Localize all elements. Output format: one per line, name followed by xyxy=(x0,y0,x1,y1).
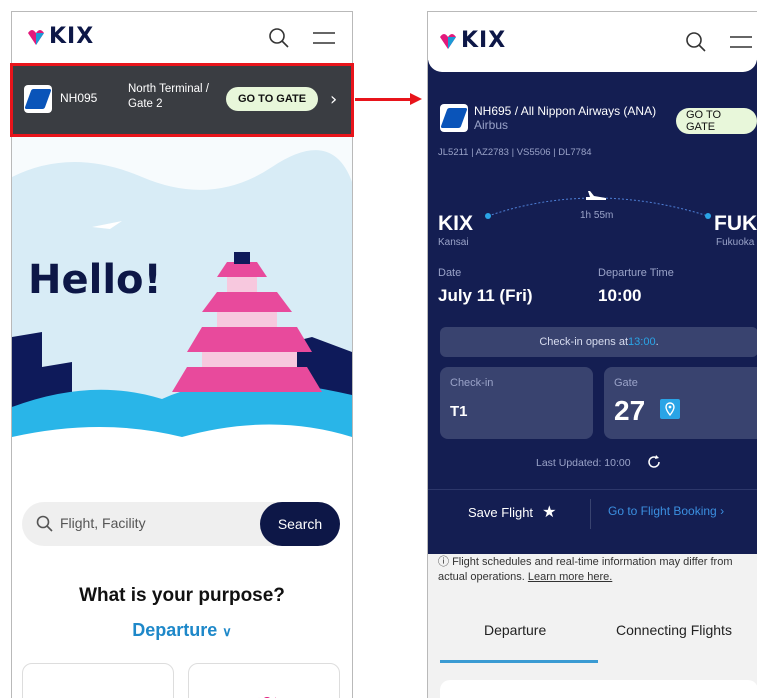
last-updated: Last Updated: 10:00 xyxy=(536,457,631,469)
departure-time-label: Departure Time xyxy=(598,267,674,279)
left-phone-screen: KIX NH095 North Terminal / Gate 2 GO TO … xyxy=(11,11,353,698)
chevron-right-icon[interactable]: › xyxy=(330,89,337,110)
menu-icon[interactable] xyxy=(730,35,752,51)
banner-gate: Gate 2 xyxy=(128,98,163,110)
date-label: Date xyxy=(438,267,462,279)
checkin-opens-time: 13:00 xyxy=(628,336,656,348)
hero-illustration: Hello! xyxy=(12,137,352,497)
chevron-right-icon: › xyxy=(720,504,725,518)
destination-code: FUK xyxy=(714,212,757,235)
star-icon: ★ xyxy=(542,504,557,521)
date-value: July 11 (Fri) xyxy=(438,286,533,305)
tab-departure[interactable]: Departure xyxy=(484,622,546,638)
map-card[interactable] xyxy=(188,663,340,698)
logo-text: KIX xyxy=(49,24,95,49)
divider xyxy=(590,499,591,529)
checkin-box: Check-in T1 xyxy=(440,367,593,439)
search-icon[interactable] xyxy=(685,31,707,53)
kix-logo[interactable]: KIX xyxy=(438,28,506,53)
learn-more-link[interactable]: Learn more here. xyxy=(528,571,612,583)
flight-booking-link[interactable]: Go to Flight Booking › xyxy=(608,504,724,518)
search-button[interactable]: Search xyxy=(260,502,340,546)
ana-logo-icon xyxy=(440,104,468,132)
departure-card[interactable] xyxy=(22,663,174,698)
flight-booking-label: Go to Flight Booking xyxy=(608,504,717,518)
hero-greeting: Hello! xyxy=(28,257,162,303)
flight-duration: 1h 55m xyxy=(580,210,614,221)
purpose-dropdown[interactable]: Departure ∨ xyxy=(12,620,352,641)
menu-icon[interactable] xyxy=(313,31,335,47)
divider xyxy=(428,489,757,490)
banner-terminal-gate: North Terminal / Gate 2 xyxy=(128,82,222,112)
flight-route-arc xyxy=(485,197,711,219)
right-phone-screen: KIX NH695 / All Nippon Airways (ANA) Air… xyxy=(427,11,757,698)
banner-flight-number: NH095 xyxy=(60,91,98,105)
refresh-icon[interactable] xyxy=(646,454,662,470)
search-icon xyxy=(36,515,53,532)
flight-detail-panel xyxy=(428,60,757,554)
castle-illustration xyxy=(12,137,352,497)
checkin-label: Check-in xyxy=(450,377,494,389)
destination-name: Fukuoka xyxy=(716,237,755,248)
purpose-selected: Departure xyxy=(132,620,218,640)
gate-label: Gate xyxy=(614,377,638,389)
gate-banner[interactable]: NH095 North Terminal / Gate 2 GO TO GATE… xyxy=(12,64,352,137)
pointer-arrow-line xyxy=(355,98,411,101)
tab-connecting-flights[interactable]: Connecting Flights xyxy=(616,622,732,638)
aircraft-type: Airbus xyxy=(474,118,509,132)
search-placeholder: Flight, Facility xyxy=(60,515,146,531)
content-card xyxy=(440,680,757,698)
map-pin-icon[interactable] xyxy=(660,399,680,419)
kix-logo-icon xyxy=(440,33,456,49)
info-notice: ⓘ Flight schedules and real-time informa… xyxy=(438,555,757,585)
chevron-down-icon: ∨ xyxy=(222,624,232,639)
gate-value: 27 xyxy=(614,395,646,426)
checkin-opens-notice: Check-in opens at 13:00 . xyxy=(440,327,757,357)
checkin-value: T1 xyxy=(450,403,468,420)
info-icon: ⓘ xyxy=(438,556,453,568)
origin-name: Kansai xyxy=(438,237,469,248)
checkin-opens-suffix: . xyxy=(655,336,659,348)
gate-box: Gate 27 xyxy=(604,367,757,439)
go-to-gate-button[interactable]: GO TO GATE xyxy=(226,87,319,111)
go-to-gate-button[interactable]: GO TO GATE xyxy=(676,108,757,134)
kix-logo-icon xyxy=(28,29,44,45)
save-flight-label: Save Flight xyxy=(468,505,534,520)
airplane-icon xyxy=(586,191,606,200)
header-bar: KIX xyxy=(428,12,757,72)
header-bar: KIX xyxy=(12,12,352,64)
purpose-title: What is your purpose? xyxy=(79,585,285,606)
codeshare-flights: JL5211 | AZ2783 | VS5506 | DL7784 xyxy=(438,147,592,158)
origin-code: KIX xyxy=(438,212,474,235)
save-flight-button[interactable]: Save Flight ★ xyxy=(468,502,556,522)
logo-text: KIX xyxy=(461,28,507,53)
banner-terminal: North Terminal / xyxy=(128,83,209,95)
flight-title: NH695 / All Nippon Airways (ANA) xyxy=(474,104,657,118)
search-row: Flight, Facility Search xyxy=(22,502,342,546)
active-tab-indicator xyxy=(440,660,598,663)
ana-logo-icon xyxy=(24,85,52,113)
checkin-opens-text: Check-in opens at xyxy=(539,336,629,348)
pointer-arrow-head-icon xyxy=(410,93,422,105)
kix-logo[interactable]: KIX xyxy=(26,24,94,49)
map-pin-icon xyxy=(258,697,276,698)
departure-time-value: 10:00 xyxy=(598,286,642,305)
search-icon[interactable] xyxy=(268,27,290,49)
